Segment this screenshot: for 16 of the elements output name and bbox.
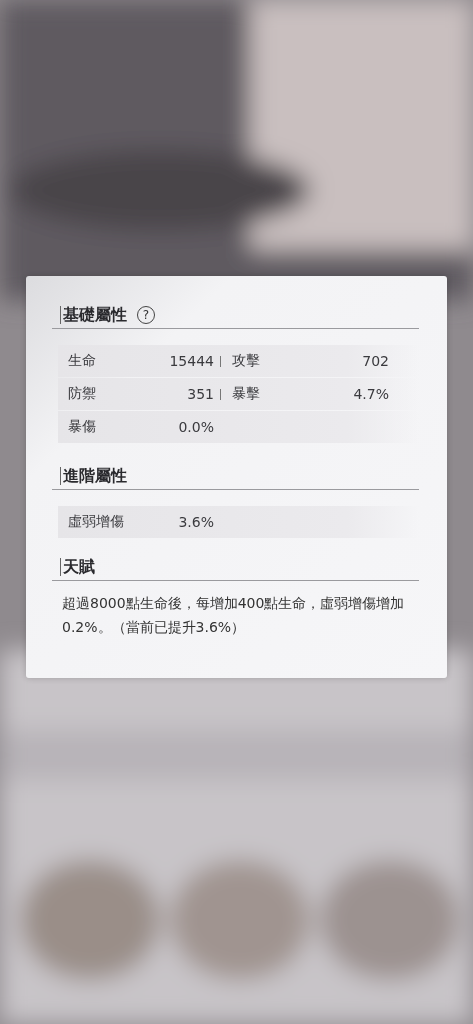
stat-value: 702	[362, 353, 389, 369]
stat-label: 攻擊	[232, 352, 260, 370]
section-title: 進階屬性	[60, 467, 127, 485]
stat-label: 生命	[68, 352, 96, 370]
section-title: 基礎屬性	[60, 306, 127, 324]
stat-label: 暴傷	[68, 418, 96, 436]
stat-value: 0.0%	[178, 419, 214, 435]
stat-value: 15444	[169, 353, 214, 369]
stat-label: 暴擊	[232, 385, 260, 403]
section-title: 天賦	[60, 558, 95, 576]
stat-label: 虛弱增傷	[68, 513, 124, 531]
stat-value: 351	[187, 386, 214, 402]
stat-label: 防禦	[68, 385, 96, 403]
stat-value: 4.7%	[353, 386, 389, 402]
stat-value: 3.6%	[178, 514, 214, 530]
talent-description: 超過8000點生命後，每增加400點生命，虛弱增傷增加0.2%。（當前已提升3.6%）	[62, 594, 406, 637]
